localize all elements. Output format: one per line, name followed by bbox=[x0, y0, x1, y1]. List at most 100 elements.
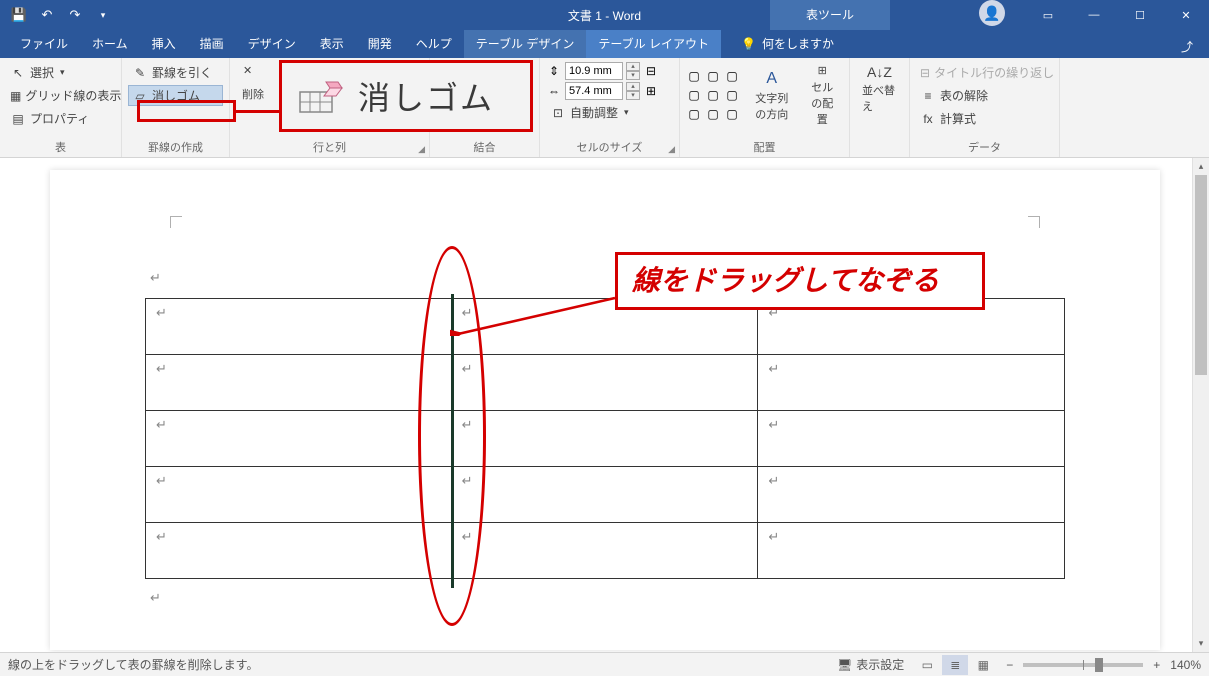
table-cell[interactable]: ↵ bbox=[146, 411, 452, 467]
read-mode-button[interactable]: ▭ bbox=[914, 655, 940, 675]
table-cell[interactable]: ↵ bbox=[758, 411, 1065, 467]
zoom-out-button[interactable]: − bbox=[1006, 658, 1013, 672]
ribbon-display-icon: ▭ bbox=[1043, 9, 1053, 22]
align-tl-button[interactable]: ▢ bbox=[686, 68, 702, 84]
redo-button[interactable]: ↷ bbox=[62, 2, 88, 28]
tab-draw[interactable]: 描画 bbox=[188, 29, 236, 58]
scroll-down-button[interactable]: ▾ bbox=[1193, 635, 1209, 652]
scroll-up-button[interactable]: ▴ bbox=[1193, 158, 1209, 175]
row-height-spinner[interactable]: ▴▾ bbox=[626, 62, 640, 80]
group-label: 配置 bbox=[686, 137, 843, 155]
properties-button[interactable]: ▤プロパティ bbox=[6, 108, 115, 129]
table-cell[interactable]: ↵ bbox=[758, 523, 1065, 579]
minimize-button[interactable]: — bbox=[1071, 0, 1117, 30]
table-row: ↵ ↵ ↵ bbox=[146, 411, 1065, 467]
distribute-rows-icon[interactable]: ⊟ bbox=[643, 63, 659, 79]
formula-icon: fx bbox=[920, 111, 936, 127]
delete-button[interactable]: ✕ 削除 bbox=[236, 62, 270, 104]
display-icon: 🖥 bbox=[837, 658, 852, 672]
cell-margins-button[interactable]: ⊞ セルの配置 bbox=[801, 62, 843, 129]
tab-insert[interactable]: 挿入 bbox=[140, 29, 188, 58]
align-br-button[interactable]: ▢ bbox=[724, 106, 740, 122]
group-label: 結合 bbox=[436, 137, 533, 155]
annotation-drag-instruction: 線をドラッグしてなぞる bbox=[615, 252, 985, 310]
autofit-button[interactable]: ⊡自動調整▾ bbox=[546, 102, 673, 123]
zoom-handle[interactable] bbox=[1095, 658, 1103, 672]
table-cell[interactable]: ↵ bbox=[146, 299, 452, 355]
formula-button[interactable]: fx計算式 bbox=[916, 108, 1053, 129]
col-width-input[interactable]: 57.4 mm bbox=[565, 82, 623, 100]
align-mc-button[interactable]: ▢ bbox=[705, 87, 721, 103]
table-cell[interactable]: ↵ bbox=[146, 467, 452, 523]
tab-home[interactable]: ホーム bbox=[80, 29, 140, 58]
align-ml-button[interactable]: ▢ bbox=[686, 87, 702, 103]
tell-me-search[interactable]: 💡 何をしますか bbox=[731, 29, 844, 58]
align-bl-button[interactable]: ▢ bbox=[686, 106, 702, 122]
table-cell[interactable]: ↵ bbox=[758, 467, 1065, 523]
maximize-icon: ☐ bbox=[1135, 9, 1145, 22]
tab-developer[interactable]: 開発 bbox=[356, 29, 404, 58]
group-label: データ bbox=[916, 137, 1053, 155]
tab-file[interactable]: ファイル bbox=[8, 29, 80, 58]
dialog-launcher[interactable]: ◢ bbox=[418, 144, 425, 155]
display-settings-button[interactable]: 🖥表示設定 bbox=[837, 656, 904, 673]
table-cell[interactable]: ↵ bbox=[451, 411, 758, 467]
group-cell-size: ⇕ 10.9 mm ▴▾ ⊟ ⇔ 57.4 mm ▴▾ ⊞ ⊡自動調整▾ セルの… bbox=[540, 58, 680, 157]
document-table[interactable]: ↵ ↵ ↵ ↵ ↵ ↵ ↵ ↵ ↵ ↵ ↵ ↵ ↵ ↵ ↵ bbox=[145, 298, 1065, 579]
web-layout-button[interactable]: ▦ bbox=[970, 655, 996, 675]
col-width-icon: ⇔ bbox=[546, 83, 562, 99]
group-data: ⊟タイトル行の繰り返し ≡表の解除 fx計算式 データ bbox=[910, 58, 1060, 157]
close-button[interactable]: ✕ bbox=[1163, 0, 1209, 30]
tell-me-label: 何をしますか bbox=[762, 35, 834, 52]
save-button[interactable]: 💾 bbox=[6, 2, 32, 28]
table-row: ↵ ↵ ↵ bbox=[146, 467, 1065, 523]
zoom-in-button[interactable]: + bbox=[1153, 658, 1160, 672]
table-cell[interactable]: ↵ bbox=[451, 467, 758, 523]
document-area[interactable]: ↵ ↵ ↵ ↵ ↵ ↵ ↵ ↵ ↵ ↵ ↵ ↵ ↵ ↵ bbox=[0, 158, 1209, 652]
align-mr-button[interactable]: ▢ bbox=[724, 87, 740, 103]
view-gridlines-button[interactable]: ▦グリッド線の表示 bbox=[6, 85, 115, 106]
align-bc-button[interactable]: ▢ bbox=[705, 106, 721, 122]
zoom-slider[interactable] bbox=[1023, 663, 1143, 667]
share-button[interactable]: ⤴ bbox=[1175, 34, 1199, 58]
select-button[interactable]: ↖選択▾ bbox=[6, 62, 115, 83]
tab-table-layout[interactable]: テーブル レイアウト bbox=[586, 29, 721, 58]
distribute-cols-icon[interactable]: ⊞ bbox=[643, 83, 659, 99]
col-width-spinner[interactable]: ▴▾ bbox=[626, 82, 640, 100]
qat-customize[interactable]: ▾ bbox=[90, 2, 116, 28]
annotation-callout-eraser: 消しゴム bbox=[279, 60, 533, 132]
convert-to-text-button[interactable]: ≡表の解除 bbox=[916, 85, 1053, 106]
table-cell[interactable]: ↵ bbox=[146, 355, 452, 411]
align-tc-button[interactable]: ▢ bbox=[705, 68, 721, 84]
redo-icon: ↷ bbox=[70, 7, 81, 23]
print-layout-button[interactable]: ≣ bbox=[942, 655, 968, 675]
group-label: セルのサイズ bbox=[546, 137, 673, 155]
undo-button[interactable]: ↶ bbox=[34, 2, 60, 28]
tab-design[interactable]: デザイン bbox=[236, 29, 308, 58]
sort-button[interactable]: A↓Z 並べ替え bbox=[856, 62, 903, 116]
tab-view[interactable]: 表示 bbox=[308, 29, 356, 58]
dialog-launcher[interactable]: ◢ bbox=[668, 144, 675, 155]
ribbon-options-button[interactable]: ▭ bbox=[1025, 0, 1071, 30]
maximize-button[interactable]: ☐ bbox=[1117, 0, 1163, 30]
tab-help[interactable]: ヘルプ bbox=[404, 29, 464, 58]
vertical-scrollbar[interactable]: ▴ ▾ bbox=[1192, 158, 1209, 652]
align-tr-button[interactable]: ▢ bbox=[724, 68, 740, 84]
eraser-large-icon bbox=[298, 78, 346, 114]
zoom-level[interactable]: 140% bbox=[1170, 658, 1201, 672]
draw-table-button[interactable]: ✎罫線を引く bbox=[128, 62, 223, 83]
account-avatar[interactable]: 👤 bbox=[979, 0, 1005, 26]
share-icon: ⤴ bbox=[1181, 38, 1193, 55]
eraser-button[interactable]: ▱消しゴム bbox=[128, 85, 223, 106]
text-direction-button[interactable]: A 文字列の方向 bbox=[748, 68, 795, 124]
group-label: 行と列 bbox=[236, 137, 423, 155]
table-cell[interactable]: ↵ bbox=[146, 523, 452, 579]
group-label: 表 bbox=[6, 137, 115, 155]
table-cell[interactable]: ↵ bbox=[451, 355, 758, 411]
crop-mark bbox=[170, 216, 182, 228]
row-height-input[interactable]: 10.9 mm bbox=[565, 62, 623, 80]
tab-table-design[interactable]: テーブル デザイン bbox=[464, 29, 587, 58]
scroll-thumb[interactable] bbox=[1195, 175, 1207, 375]
table-cell[interactable]: ↵ bbox=[758, 355, 1065, 411]
table-cell[interactable]: ↵ bbox=[451, 523, 758, 579]
